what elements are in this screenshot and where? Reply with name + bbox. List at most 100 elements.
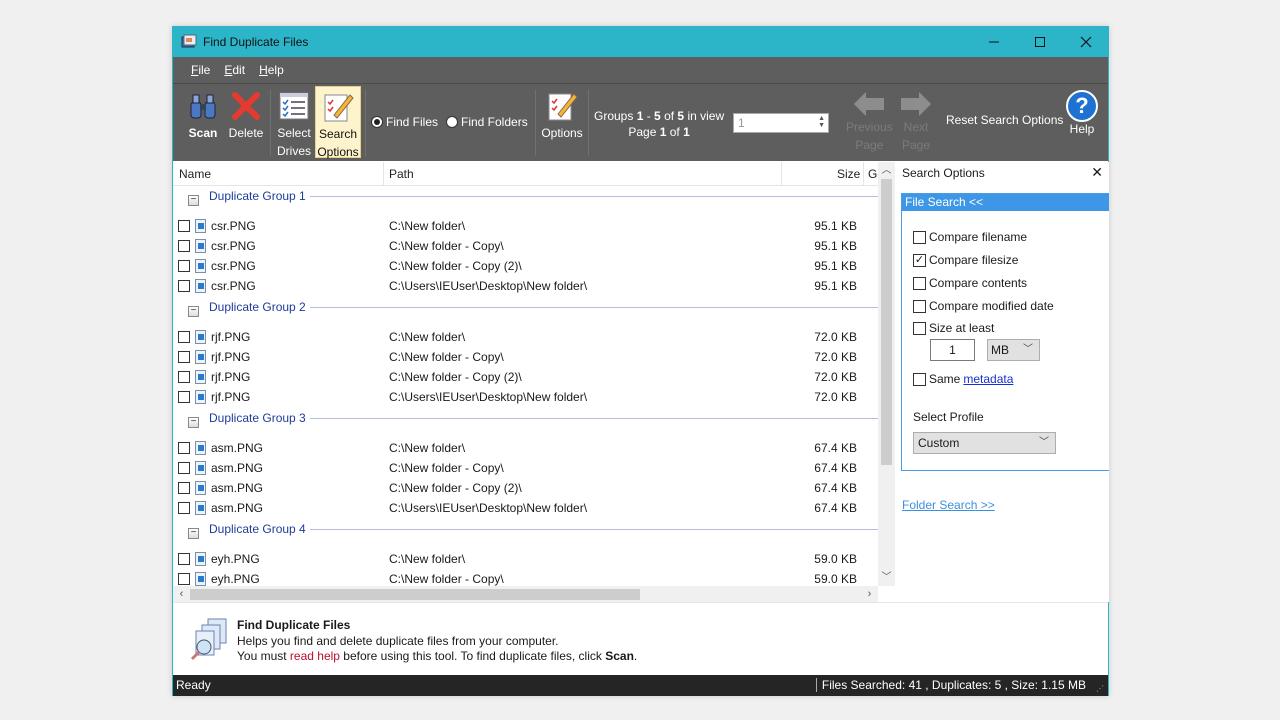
file-name: csr.PNG bbox=[211, 239, 256, 253]
collapse-icon[interactable]: − bbox=[188, 306, 199, 317]
compare-filesize-checkbox[interactable]: ✓ Compare filesize bbox=[913, 253, 1018, 267]
row-checkbox[interactable] bbox=[178, 391, 190, 403]
group-header[interactable]: − Duplicate Group 2 bbox=[173, 297, 878, 328]
file-search-header[interactable]: File Search << bbox=[902, 194, 1109, 211]
metadata-link[interactable]: metadata bbox=[963, 372, 1013, 386]
options-button[interactable]: Options bbox=[539, 86, 585, 158]
toolbar-separator bbox=[270, 90, 271, 156]
file-size: 59.0 KB bbox=[814, 552, 857, 566]
collapse-icon[interactable]: − bbox=[188, 195, 199, 206]
find-files-radio[interactable]: Find Files bbox=[371, 115, 438, 129]
window-title: Find Duplicate Files bbox=[203, 35, 309, 49]
previous-page-button[interactable]: Previous Page bbox=[846, 90, 893, 154]
row-checkbox[interactable] bbox=[178, 220, 190, 232]
delete-button[interactable]: Delete bbox=[226, 86, 266, 158]
help-question-icon: ? bbox=[1066, 90, 1098, 122]
file-row[interactable]: rjf.PNG C:\Users\IEUser\Desktop\New folde… bbox=[173, 388, 878, 408]
column-header-path[interactable]: Path bbox=[389, 162, 414, 186]
close-button[interactable] bbox=[1063, 27, 1109, 57]
file-row[interactable]: csr.PNG C:\New folder\ 95.1 KB bbox=[173, 217, 878, 237]
find-folders-radio[interactable]: Find Folders bbox=[446, 115, 528, 129]
read-help-link[interactable]: read help bbox=[290, 649, 340, 663]
vertical-scroll-thumb[interactable] bbox=[881, 179, 892, 465]
group-divider bbox=[310, 529, 878, 530]
compare-modified-date-checkbox[interactable]: Compare modified date bbox=[913, 299, 1054, 313]
search-options-button[interactable]: Search Options bbox=[315, 86, 361, 159]
row-checkbox[interactable] bbox=[178, 462, 190, 474]
row-checkbox[interactable] bbox=[178, 553, 190, 565]
help-button[interactable]: ? Help bbox=[1066, 90, 1098, 136]
spinner-arrows-icon[interactable]: ▲ ▼ bbox=[818, 115, 825, 129]
file-row[interactable]: rjf.PNG C:\New folder - Copy\ 72.0 KB bbox=[173, 348, 878, 368]
group-header[interactable]: − Duplicate Group 3 bbox=[173, 408, 878, 439]
resize-grip-icon[interactable]: ⋰ bbox=[1096, 684, 1106, 694]
scroll-left-icon[interactable]: ‹ bbox=[173, 586, 190, 603]
scroll-down-icon[interactable]: ﹀ bbox=[878, 569, 895, 586]
file-size: 67.4 KB bbox=[814, 441, 857, 455]
row-checkbox[interactable] bbox=[178, 260, 190, 272]
row-checkbox[interactable] bbox=[178, 573, 190, 585]
minimize-button[interactable] bbox=[971, 27, 1017, 57]
compare-filename-checkbox[interactable]: Compare filename bbox=[913, 230, 1027, 244]
size-unit-select[interactable]: MB ﹀ bbox=[987, 339, 1040, 361]
menu-file[interactable]: File bbox=[191, 63, 210, 77]
checklist-icon bbox=[278, 90, 310, 122]
file-row[interactable]: asm.PNG C:\New folder\ 67.4 KB bbox=[173, 439, 878, 459]
image-file-icon bbox=[195, 572, 206, 586]
file-row[interactable]: asm.PNG C:\Users\IEUser\Desktop\New folde… bbox=[173, 499, 878, 519]
horizontal-scrollbar[interactable]: ‹ › bbox=[173, 586, 878, 603]
column-header-group[interactable]: G bbox=[868, 162, 877, 186]
size-at-least-checkbox[interactable]: Size at least bbox=[913, 321, 994, 335]
file-row[interactable]: csr.PNG C:\New folder - Copy\ 95.1 KB bbox=[173, 237, 878, 257]
row-checkbox[interactable] bbox=[178, 371, 190, 383]
column-header-name[interactable]: Name bbox=[179, 162, 211, 186]
horizontal-scroll-thumb[interactable] bbox=[190, 589, 640, 600]
collapse-icon[interactable]: − bbox=[188, 417, 199, 428]
column-header-size[interactable]: Size bbox=[837, 162, 860, 186]
file-row[interactable]: csr.PNG C:\New folder - Copy (2)\ 95.1 KB bbox=[173, 257, 878, 277]
vertical-scrollbar[interactable]: ︿ ﹀ bbox=[878, 162, 895, 586]
file-row[interactable]: asm.PNG C:\New folder - Copy\ 67.4 KB bbox=[173, 459, 878, 479]
menu-edit[interactable]: Edit bbox=[224, 63, 245, 77]
profile-select[interactable]: Custom ﹀ bbox=[913, 432, 1056, 454]
close-panel-icon[interactable]: ✕ bbox=[1091, 164, 1103, 181]
compare-contents-checkbox[interactable]: Compare contents bbox=[913, 276, 1027, 290]
row-checkbox[interactable] bbox=[178, 442, 190, 454]
reset-search-options-button[interactable]: Reset Search Options bbox=[946, 113, 1063, 127]
menu-help[interactable]: Help bbox=[259, 63, 284, 77]
image-file-icon bbox=[195, 259, 206, 273]
select-drives-button[interactable]: Select Drives bbox=[274, 86, 314, 158]
file-row[interactable]: csr.PNG C:\Users\IEUser\Desktop\New folde… bbox=[173, 277, 878, 297]
page-number-spinner[interactable]: 1 ▲ ▼ bbox=[733, 113, 829, 133]
row-checkbox[interactable] bbox=[178, 351, 190, 363]
image-file-icon bbox=[195, 461, 206, 475]
file-row[interactable]: eyh.PNG C:\New folder\ 59.0 KB bbox=[173, 550, 878, 570]
file-name: asm.PNG bbox=[211, 461, 264, 475]
row-checkbox[interactable] bbox=[178, 240, 190, 252]
group-header[interactable]: − Duplicate Group 4 bbox=[173, 519, 878, 550]
search-options-panel: Search Options ✕ File Search << Compare … bbox=[899, 162, 1109, 602]
row-checkbox[interactable] bbox=[178, 502, 190, 514]
size-at-least-input[interactable]: 1 bbox=[930, 339, 975, 361]
file-path: C:\New folder - Copy (2)\ bbox=[389, 370, 522, 384]
scan-button[interactable]: Scan bbox=[183, 86, 223, 158]
maximize-button[interactable] bbox=[1017, 27, 1063, 57]
file-name: rjf.PNG bbox=[211, 350, 251, 364]
file-row[interactable]: eyh.PNG C:\New folder - Copy\ 59.0 KB bbox=[173, 570, 878, 586]
image-file-icon bbox=[195, 279, 206, 293]
scroll-right-icon[interactable]: › bbox=[861, 586, 878, 603]
row-checkbox[interactable] bbox=[178, 331, 190, 343]
next-page-button[interactable]: Next Page bbox=[899, 90, 933, 154]
row-checkbox[interactable] bbox=[178, 280, 190, 292]
file-path: C:\New folder\ bbox=[389, 330, 466, 344]
same-metadata-checkbox[interactable]: Same metadata bbox=[913, 372, 1013, 386]
row-checkbox[interactable] bbox=[178, 482, 190, 494]
folder-search-link[interactable]: Folder Search >> bbox=[902, 498, 995, 512]
scroll-up-icon[interactable]: ︿ bbox=[878, 162, 895, 179]
file-row[interactable]: asm.PNG C:\New folder - Copy (2)\ 67.4 KB bbox=[173, 479, 878, 499]
group-header[interactable]: − Duplicate Group 1 bbox=[173, 186, 878, 217]
file-size: 72.0 KB bbox=[814, 370, 857, 384]
file-row[interactable]: rjf.PNG C:\New folder - Copy (2)\ 72.0 KB bbox=[173, 368, 878, 388]
collapse-icon[interactable]: − bbox=[188, 528, 199, 539]
file-row[interactable]: rjf.PNG C:\New folder\ 72.0 KB bbox=[173, 328, 878, 348]
